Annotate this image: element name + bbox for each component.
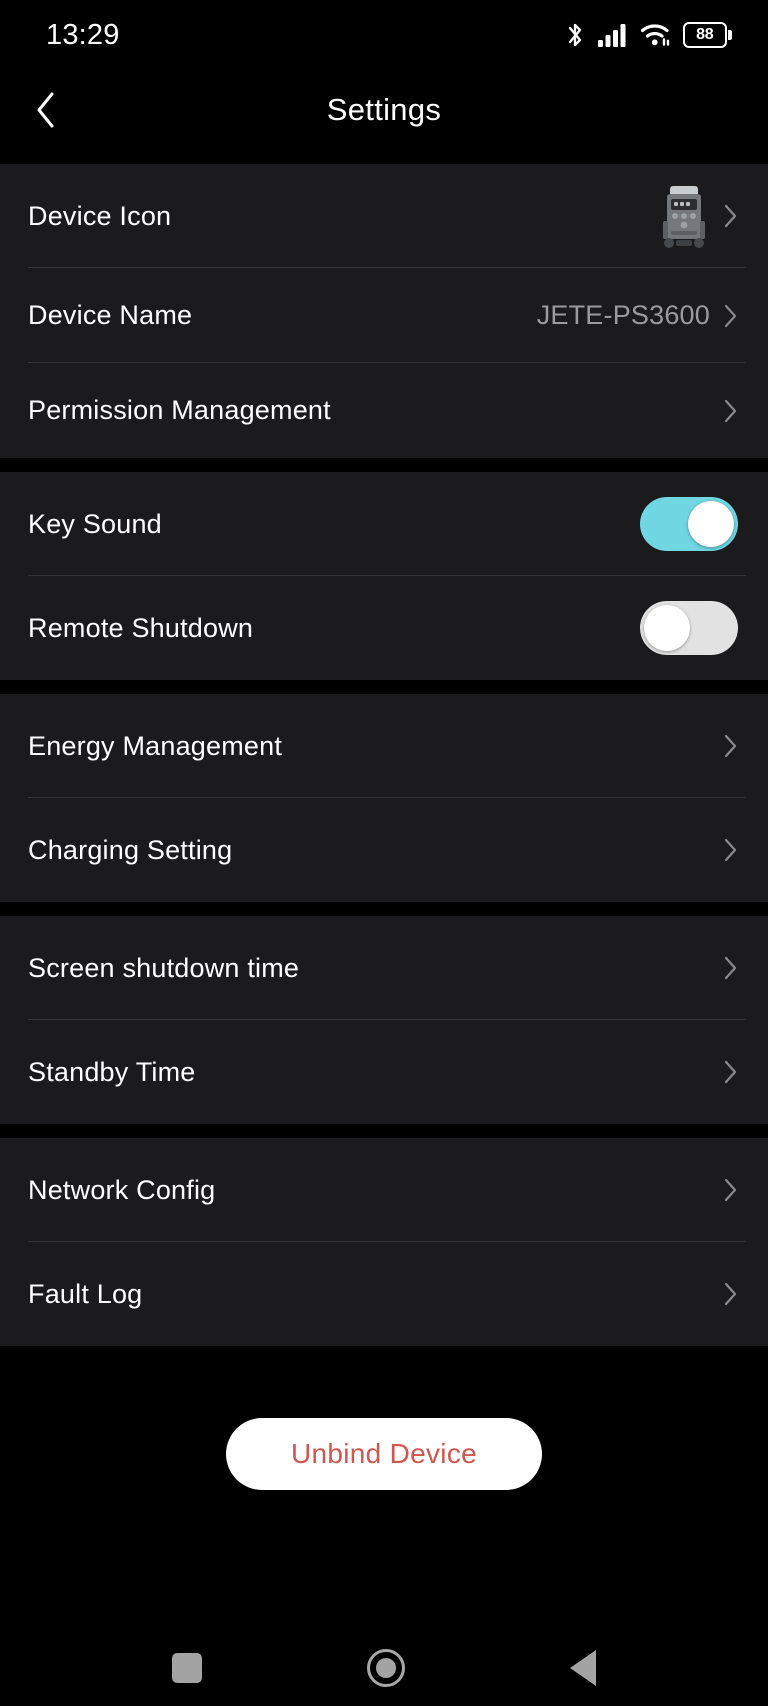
status-icon-group: 88 xyxy=(564,21,732,49)
setting-row-key-sound[interactable]: Key Sound xyxy=(0,472,768,576)
back-button[interactable] xyxy=(18,82,74,138)
setting-row-device-icon[interactable]: Device Icon xyxy=(0,164,768,268)
cellular-signal-icon xyxy=(598,24,626,47)
chevron-right-icon xyxy=(724,734,737,758)
page-title: Settings xyxy=(326,92,442,127)
unbind-section: Unbind Device xyxy=(0,1346,768,1490)
chevron-right-icon xyxy=(724,838,737,862)
group-gap xyxy=(0,902,768,916)
back-triangle-icon[interactable] xyxy=(569,1650,596,1686)
group-gap xyxy=(0,1124,768,1138)
setting-row-fault-log[interactable]: Fault Log xyxy=(0,1242,768,1346)
setting-row-standby-time[interactable]: Standby Time xyxy=(0,1020,768,1124)
row-label: Screen shutdown time xyxy=(28,952,300,983)
settings-group-network: Network Config Fault Log xyxy=(0,1138,768,1346)
back-chevron-icon xyxy=(37,92,54,128)
remote-shutdown-toggle[interactable] xyxy=(640,601,738,655)
settings-group-timers: Screen shutdown time Standby Time xyxy=(0,916,768,1124)
group-gap xyxy=(0,680,768,694)
recents-square-icon[interactable] xyxy=(172,1653,203,1683)
row-label: Standby Time xyxy=(28,1056,196,1087)
row-label: Device Icon xyxy=(28,200,172,231)
chevron-right-icon xyxy=(724,1282,737,1306)
status-clock: 13:29 xyxy=(46,18,120,51)
row-label: Fault Log xyxy=(28,1278,143,1309)
wifi-icon xyxy=(640,24,670,46)
chevron-right-icon xyxy=(724,204,737,228)
key-sound-toggle[interactable] xyxy=(640,497,738,551)
android-nav-bar xyxy=(0,1630,768,1706)
setting-row-energy-management[interactable]: Energy Management xyxy=(0,694,768,798)
group-gap xyxy=(0,458,768,472)
status-bar: 13:29 88 xyxy=(0,0,768,70)
unbind-device-button[interactable]: Unbind Device xyxy=(226,1418,542,1490)
battery-icon: 88 xyxy=(683,22,732,48)
settings-group-toggles: Key Sound Remote Shutdown xyxy=(0,472,768,680)
bottom-spacer xyxy=(0,1490,768,1630)
chevron-right-icon xyxy=(724,399,737,422)
setting-row-screen-shutdown-time[interactable]: Screen shutdown time xyxy=(0,916,768,1020)
settings-group-device: Device Icon Device Name JETE-PS3600 Perm… xyxy=(0,164,768,458)
setting-row-network-config[interactable]: Network Config xyxy=(0,1138,768,1242)
battery-level-text: 88 xyxy=(696,26,714,43)
row-label: Remote Shutdown xyxy=(28,612,254,643)
chevron-right-icon xyxy=(724,1178,737,1202)
page-header: Settings xyxy=(0,70,768,150)
power-station-icon xyxy=(658,183,710,249)
row-label: Key Sound xyxy=(28,508,162,539)
row-label: Network Config xyxy=(28,1174,216,1205)
phone-screen: 13:29 88 Settings Device Icon Device Nam… xyxy=(0,0,768,1706)
chevron-right-icon xyxy=(724,1060,737,1084)
home-circle-icon[interactable] xyxy=(366,1649,405,1687)
setting-row-device-name[interactable]: Device Name JETE-PS3600 xyxy=(0,268,768,363)
row-label: Energy Management xyxy=(28,730,283,761)
row-label: Permission Management xyxy=(28,395,331,425)
setting-row-charging-setting[interactable]: Charging Setting xyxy=(0,798,768,902)
chevron-right-icon xyxy=(724,956,737,980)
settings-list: Device Icon Device Name JETE-PS3600 Perm… xyxy=(0,150,768,1630)
device-name-value: JETE-PS3600 xyxy=(536,300,710,330)
chevron-right-icon xyxy=(724,304,737,327)
group-gap xyxy=(0,150,768,164)
setting-row-remote-shutdown[interactable]: Remote Shutdown xyxy=(0,576,768,680)
bluetooth-icon xyxy=(568,23,582,47)
row-label: Device Name xyxy=(28,300,193,330)
setting-row-permission-management[interactable]: Permission Management xyxy=(0,363,768,458)
settings-group-power: Energy Management Charging Setting xyxy=(0,694,768,902)
row-label: Charging Setting xyxy=(28,834,233,865)
